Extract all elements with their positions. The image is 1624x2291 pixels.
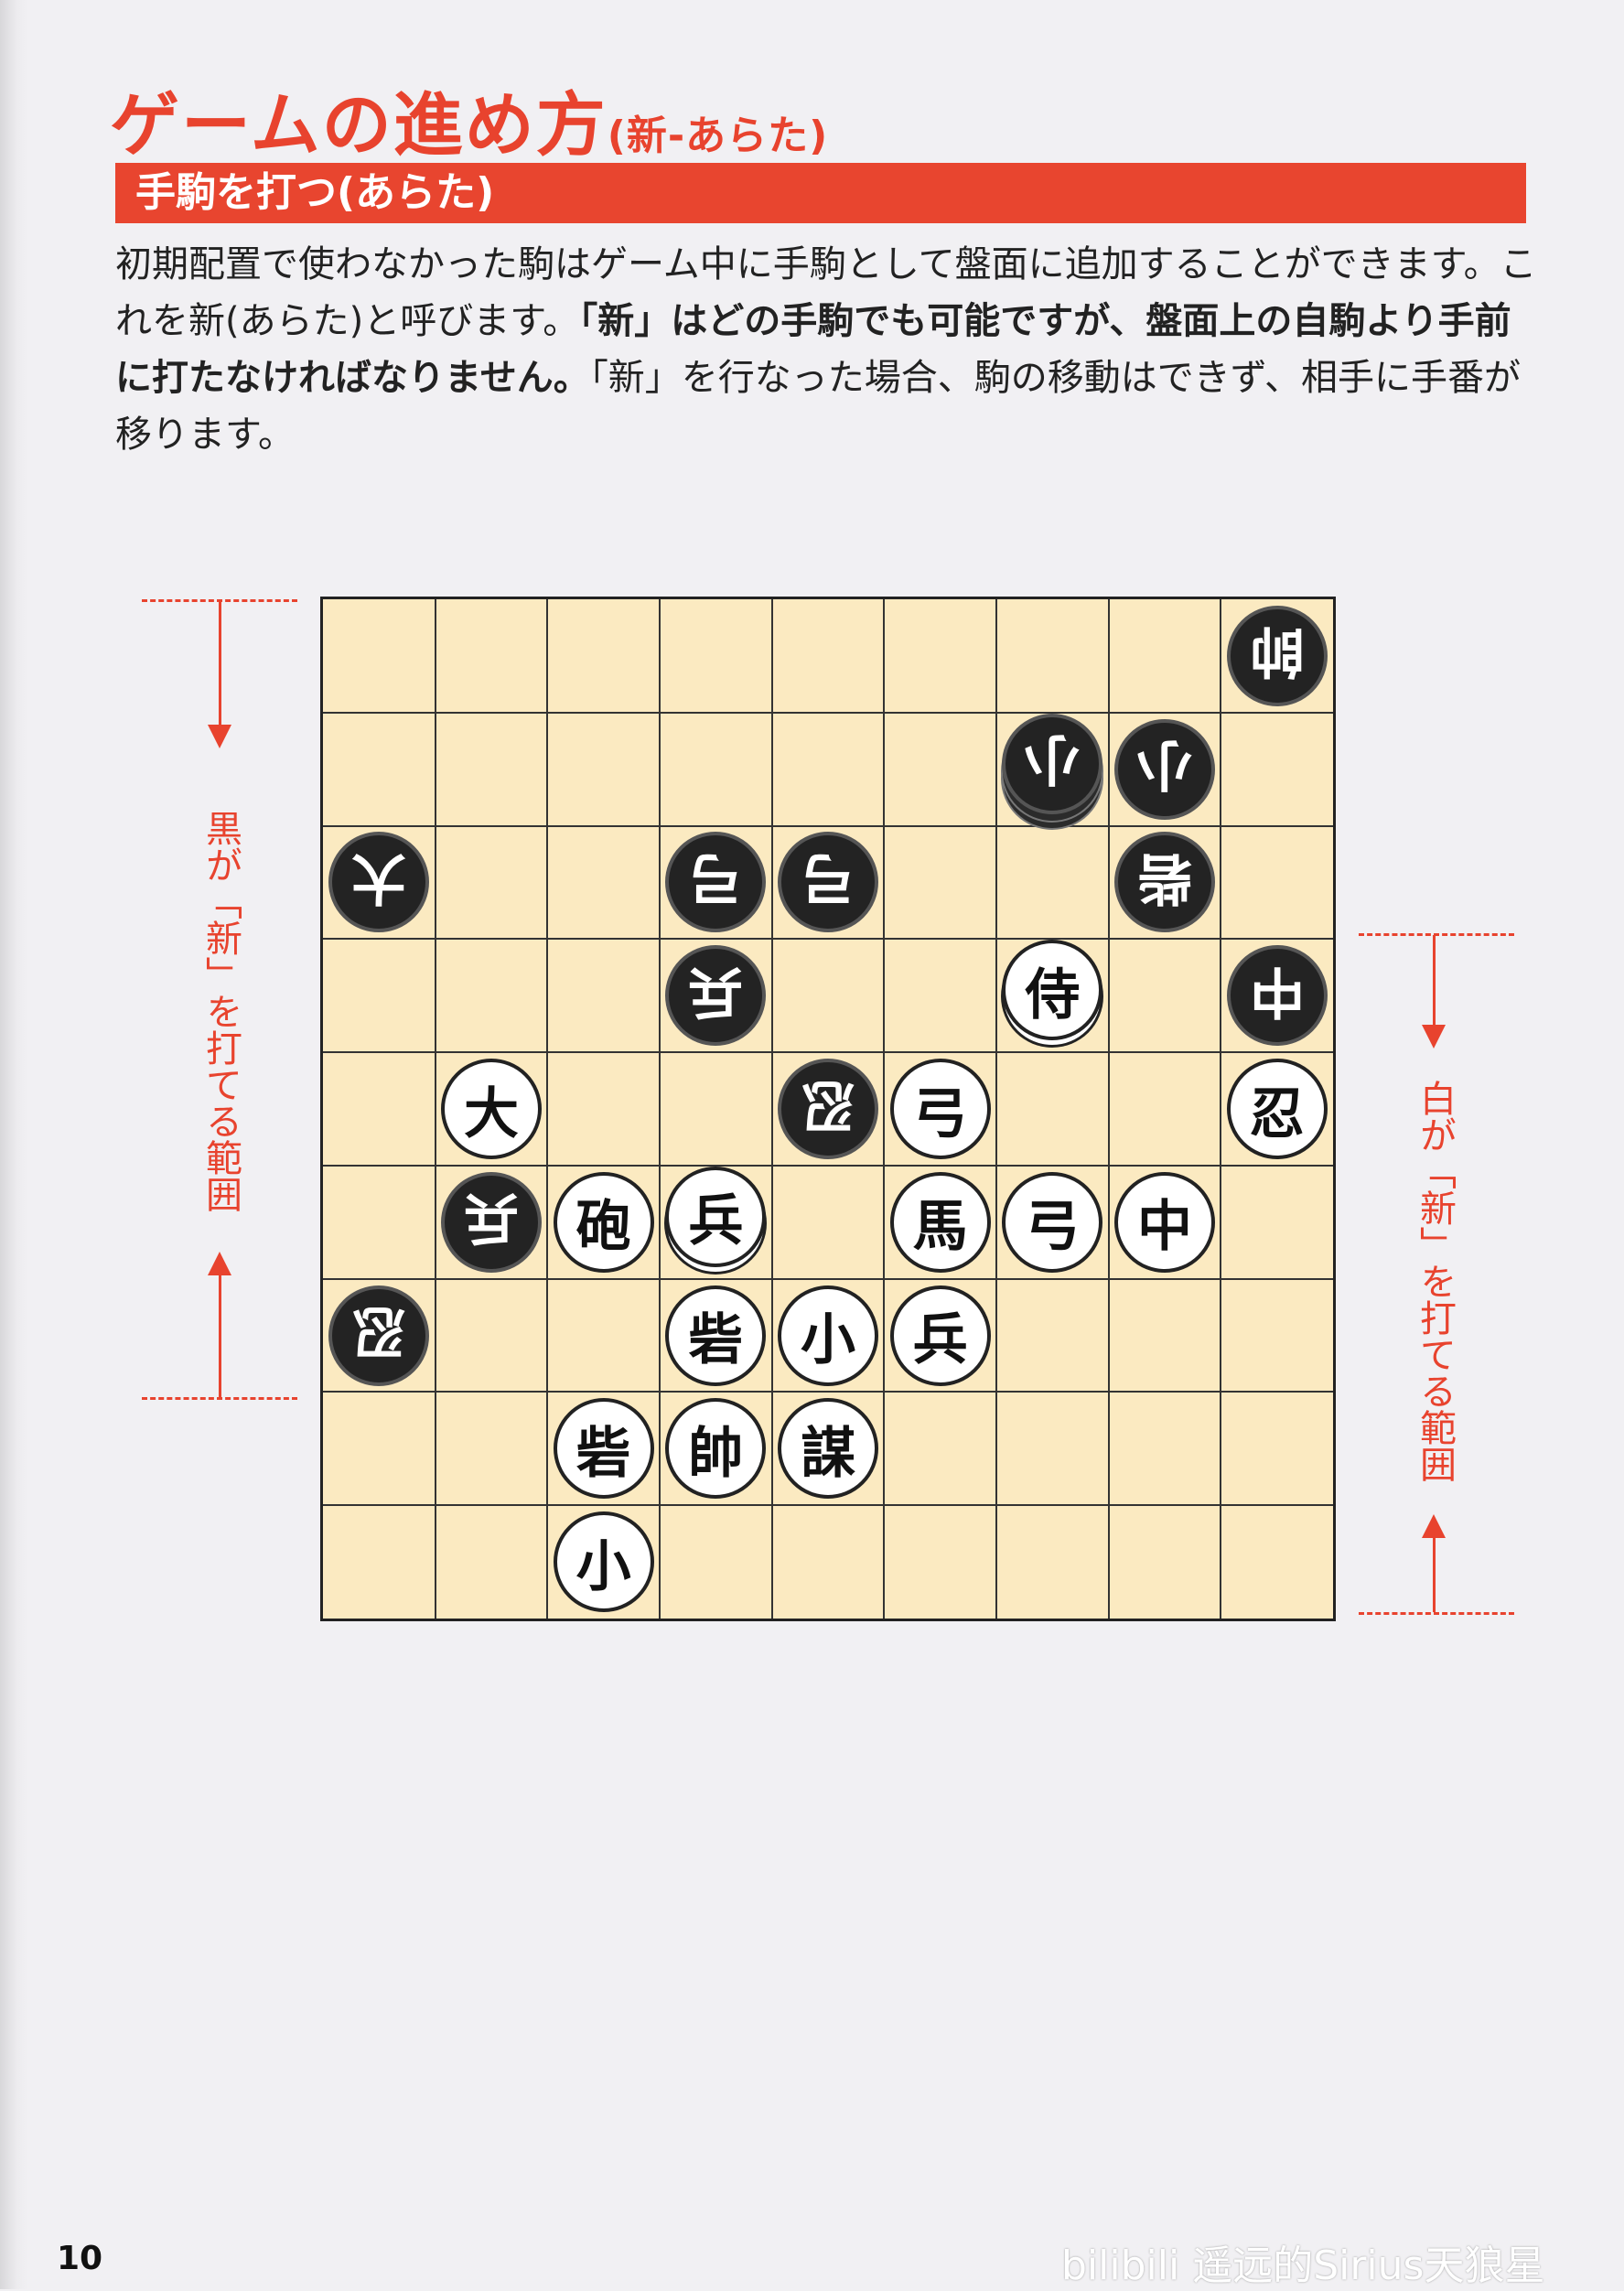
piece-label: 兵 xyxy=(464,1185,519,1250)
white-piece[interactable]: 砦 xyxy=(553,1398,654,1500)
white-piece[interactable]: 大 xyxy=(441,1059,542,1159)
white-piece[interactable]: 小 xyxy=(778,1285,878,1386)
white-piece[interactable]: 砲 xyxy=(553,1171,654,1273)
piece-label: 大 xyxy=(464,1081,519,1146)
watermark: bilibili 遥远的Sirius天狼星 xyxy=(1061,2243,1545,2289)
piece-label: 中 xyxy=(1137,1195,1192,1260)
black-range-bottom-dash xyxy=(142,1397,297,1400)
board-grid-line xyxy=(659,599,661,1619)
piece-label: 馬 xyxy=(912,1195,968,1260)
piece-label: 小 xyxy=(1025,726,1081,791)
piece-label: 砦 xyxy=(1137,844,1192,909)
piece-label: 侍 xyxy=(1025,963,1081,1027)
board-grid-line xyxy=(770,599,773,1619)
board-grid-line xyxy=(1220,599,1222,1619)
piece-label: 弓 xyxy=(912,1081,968,1146)
piece-label: 帥 xyxy=(688,1421,744,1486)
white-piece[interactable]: 侍 xyxy=(1002,940,1103,1041)
title-sub: (新-あらた) xyxy=(607,113,829,159)
board-grid-line xyxy=(995,599,997,1619)
white-range-up-arrow xyxy=(1422,1514,1446,1538)
piece-label: 忍 xyxy=(1249,1081,1305,1146)
white-range-top-arrow-line xyxy=(1433,935,1436,1027)
piece-label: 帥 xyxy=(1249,618,1305,683)
board-grid-line xyxy=(323,711,1333,714)
black-piece[interactable]: 兵 xyxy=(665,945,767,1047)
piece-label: 砦 xyxy=(688,1308,744,1373)
black-range-down-arrow xyxy=(208,725,231,748)
board-grid-line xyxy=(323,1504,1333,1507)
piece-label: 中 xyxy=(1249,958,1305,1023)
page-number: 10 xyxy=(57,2240,103,2277)
white-range-bottom-dash xyxy=(1359,1612,1514,1615)
black-range-label: 黒が「新」を打てる範囲 xyxy=(199,810,242,1212)
section-heading: 手駒を打つ(あらた) xyxy=(135,169,495,216)
board-grid-line xyxy=(546,599,549,1619)
white-piece[interactable]: 謀 xyxy=(778,1398,878,1500)
white-piece[interactable]: 小 xyxy=(553,1511,654,1613)
black-piece[interactable]: 小 xyxy=(1114,718,1215,820)
black-piece[interactable]: 弓 xyxy=(665,832,767,933)
board-grid-line xyxy=(883,599,886,1619)
white-range-down-arrow xyxy=(1422,1025,1446,1049)
board-grid-line xyxy=(323,824,1333,827)
piece-label: 小 xyxy=(1137,732,1192,797)
piece-label: 弓 xyxy=(801,844,855,909)
game-board[interactable]: 帥小小大弓弓砦兵侍中大忍弓忍兵砲兵馬弓中忍砦小兵砦帥謀小 xyxy=(320,597,1336,1621)
white-piece[interactable]: 砦 xyxy=(665,1285,767,1386)
white-range-label: 白が「新」を打てる範囲 xyxy=(1414,1080,1456,1482)
black-piece[interactable]: 中 xyxy=(1226,945,1328,1047)
board-grid-line xyxy=(323,1391,1333,1393)
piece-label: 兵 xyxy=(688,958,744,1023)
body-paragraph: 初期配置で使わなかった駒はゲーム中に手駒として盤面に追加することができます。これ… xyxy=(115,236,1543,463)
white-piece[interactable]: 兵 xyxy=(889,1285,991,1386)
board-grid-line xyxy=(1107,599,1110,1619)
black-range-bottom-arrow-line xyxy=(219,1274,221,1397)
black-range-up-arrow xyxy=(208,1252,231,1275)
white-piece[interactable]: 馬 xyxy=(889,1171,991,1273)
title-main: ゲームの進め方 xyxy=(110,84,608,166)
white-piece[interactable]: 弓 xyxy=(1002,1171,1103,1273)
piece-label: 兵 xyxy=(912,1308,968,1373)
section-banner: 手駒を打つ(あらた) xyxy=(115,163,1526,223)
white-range-top-dash xyxy=(1359,933,1514,936)
piece-label: 砦 xyxy=(575,1421,631,1486)
piece-label: 砲 xyxy=(575,1195,631,1260)
black-piece[interactable]: 砦 xyxy=(1114,832,1215,933)
black-piece[interactable]: 忍 xyxy=(328,1285,430,1386)
black-piece[interactable]: 忍 xyxy=(778,1059,878,1159)
piece-label: 兵 xyxy=(688,1189,744,1254)
board-grid-line xyxy=(323,1164,1333,1167)
piece-label: 謀 xyxy=(801,1421,855,1486)
piece-label: 弓 xyxy=(1025,1195,1081,1260)
white-piece[interactable]: 中 xyxy=(1114,1171,1215,1273)
white-piece[interactable]: 弓 xyxy=(889,1059,991,1159)
page-edge xyxy=(0,0,27,2289)
piece-label: 小 xyxy=(575,1534,631,1599)
black-range-top-arrow-line xyxy=(219,601,221,725)
black-piece[interactable]: 大 xyxy=(328,832,430,933)
piece-label: 大 xyxy=(351,844,407,909)
black-piece[interactable]: 弓 xyxy=(778,832,878,933)
piece-label: 忍 xyxy=(351,1298,407,1363)
piece-label: 弓 xyxy=(688,844,744,909)
white-piece[interactable]: 忍 xyxy=(1226,1059,1328,1159)
black-piece[interactable]: 帥 xyxy=(1226,605,1328,706)
white-piece[interactable]: 帥 xyxy=(665,1398,767,1500)
black-piece[interactable]: 兵 xyxy=(441,1171,542,1273)
board-grid-line xyxy=(323,938,1333,941)
board-grid-line xyxy=(434,599,436,1619)
white-range-bottom-arrow-line xyxy=(1433,1537,1436,1612)
board-grid-line xyxy=(323,1277,1333,1280)
black-piece[interactable]: 小 xyxy=(1002,713,1103,814)
piece-label: 忍 xyxy=(801,1071,855,1136)
white-piece[interactable]: 兵 xyxy=(665,1166,767,1267)
board-grid-line xyxy=(323,1051,1333,1054)
piece-label: 小 xyxy=(801,1308,855,1373)
